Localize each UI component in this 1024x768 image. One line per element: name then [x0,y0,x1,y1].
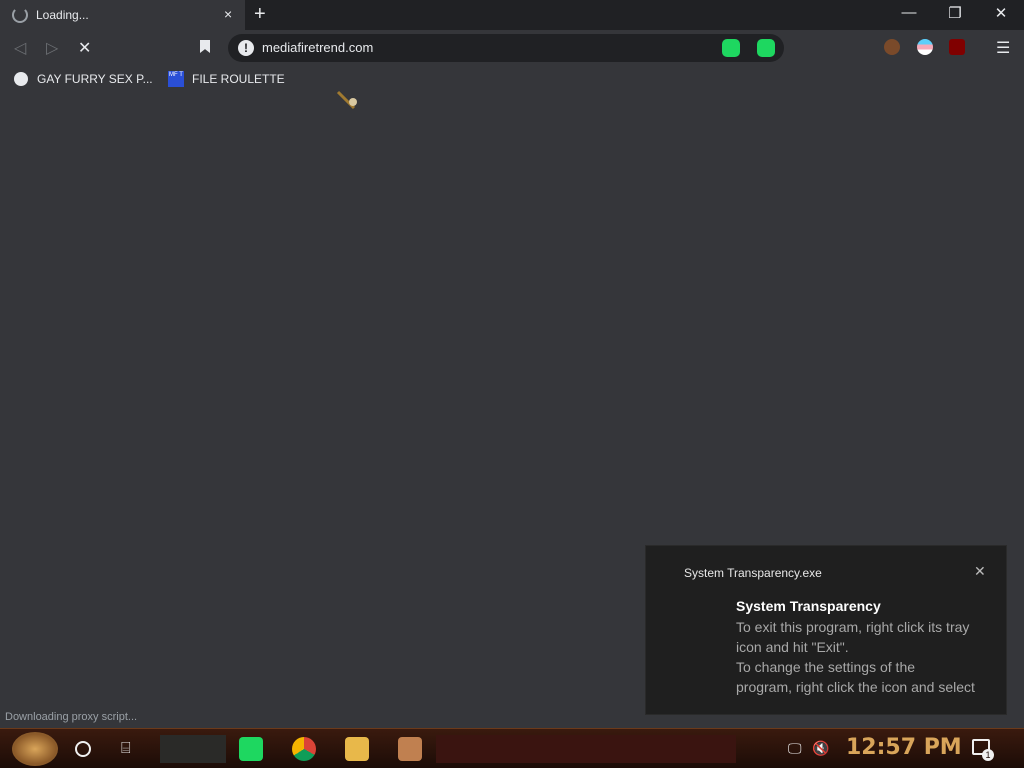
window-close-button[interactable]: ✕ [986,4,1016,22]
mft-icon: MF T [168,71,184,87]
ublock-icon[interactable] [949,39,965,55]
tab-active[interactable]: Loading... × [0,0,245,30]
site-info-icon[interactable]: ! [238,40,254,56]
start-button[interactable] [12,732,58,766]
cursor-icon [336,90,357,110]
toast-close-icon[interactable]: ✕ [974,563,986,580]
bookmark-item-2[interactable]: FILE ROULETTE [192,72,285,86]
stop-loading-button[interactable]: ✕ [78,38,91,58]
toast-body-line: To exit this program, right click its tr… [736,619,970,635]
bookmark-item-1[interactable]: GAY FURRY SEX P... [37,72,153,86]
browser-toolbar: ◁ ▷ ✕ ! mediafiretrend.com ☰ [0,30,1024,66]
toast-body-line: icon and hit "Exit". [736,639,849,655]
chrome-icon[interactable] [292,737,316,761]
task-view-icon[interactable]: ⌸ [121,740,131,758]
url-text[interactable]: mediafiretrend.com [262,40,373,55]
cortana-search-icon[interactable] [75,741,91,757]
taskbar: ⌸ 🖵 🔇 12:57 PM 1 [0,728,1024,768]
browser-menu-icon[interactable]: ☰ [996,38,1010,58]
toast-body-line: To change the settings of the [736,659,916,675]
back-button[interactable]: ◁ [14,38,26,58]
bookmark-icon[interactable] [200,40,210,53]
volume-muted-icon[interactable]: 🔇 [812,740,829,757]
toast-title: System Transparency [736,598,881,614]
notification-count-badge: 1 [982,749,994,761]
game-app-icon[interactable] [398,737,422,761]
status-bubble: Downloading proxy script... [0,709,143,727]
tab-strip: Loading... × + — ❐ ✕ [0,0,1024,30]
restore-button[interactable]: ❐ [940,4,970,22]
loading-spinner-icon [12,7,28,23]
extension-green-icon-2[interactable] [757,39,775,57]
taskbar-open-area [436,735,736,763]
profile-avatar-icon[interactable] [884,39,900,55]
file-explorer-icon[interactable] [345,737,369,761]
tab-title: Loading... [36,8,89,22]
forward-button[interactable]: ▷ [46,38,58,58]
new-tab-button[interactable]: + [254,3,266,26]
flag-extension-icon[interactable] [917,39,933,55]
address-bar[interactable]: ! mediafiretrend.com [228,34,784,62]
toast-app-name: System Transparency.exe [684,566,822,580]
minimize-button[interactable]: — [894,4,924,21]
notification-toast[interactable]: System Transparency.exe ✕ System Transpa… [645,545,1007,715]
taskbar-clock[interactable]: 12:57 PM [846,735,962,760]
taskbar-empty-slot [160,735,226,763]
spotify-like-app-icon[interactable] [239,737,263,761]
tab-close-icon[interactable]: × [224,6,232,22]
extension-green-icon[interactable] [722,39,740,57]
globe-icon [14,72,28,86]
bookmarks-bar: GAY FURRY SEX P... MF T FILE ROULETTE [0,66,1024,94]
network-icon[interactable]: 🖵 [788,740,802,757]
toast-body-line: program, right click the icon and select [736,679,975,695]
